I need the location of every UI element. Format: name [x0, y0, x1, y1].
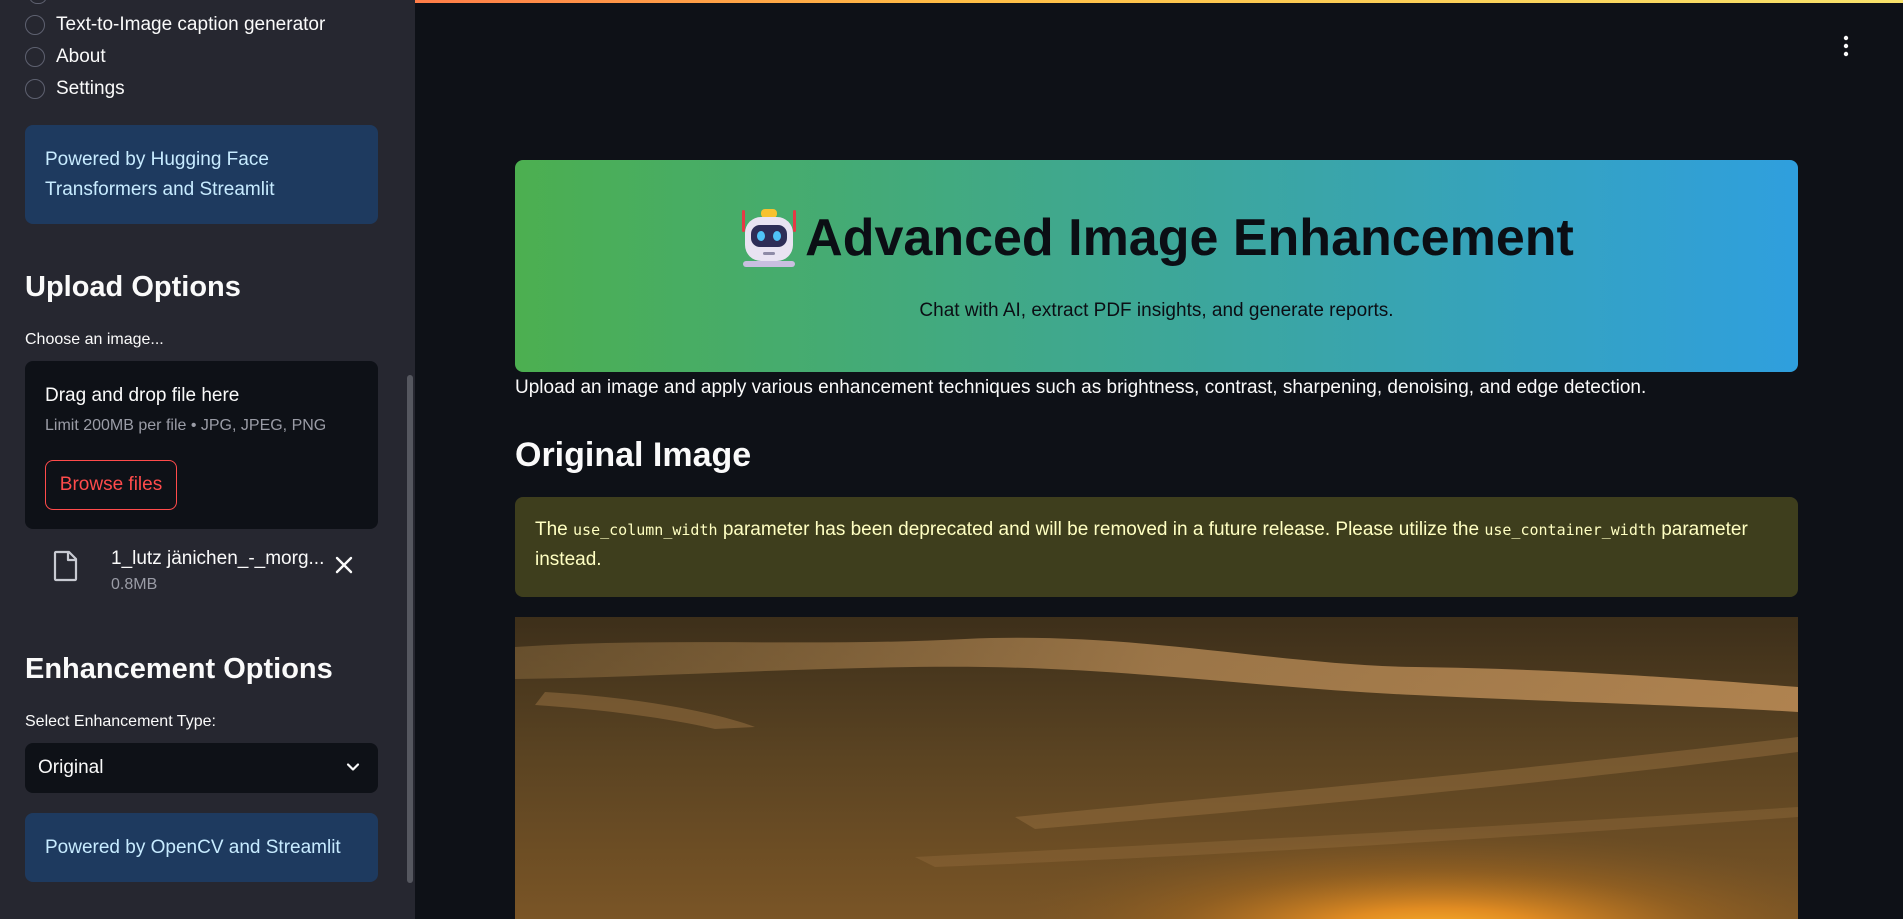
enhancement-type-label: Select Enhancement Type:	[25, 713, 216, 730]
sidebar: Text-to-Image caption generator About Se…	[0, 0, 415, 919]
radio-option-about[interactable]: About	[25, 46, 106, 68]
radio-option-caption-generator[interactable]: Text-to-Image caption generator	[25, 14, 325, 36]
file-size: 0.8MB	[111, 576, 158, 593]
close-icon[interactable]	[333, 554, 355, 576]
info-box-huggingface: Powered by Hugging Face Transformers and…	[25, 125, 378, 224]
robot-emoji-icon	[742, 209, 797, 267]
dropzone-limit: Limit 200MB per file • JPG, JPEG, PNG	[45, 417, 327, 434]
warning-code-column-width: use_column_width	[573, 521, 718, 539]
vertical-dots-icon[interactable]	[1842, 34, 1850, 58]
radio-label: Settings	[56, 78, 125, 99]
info-box-opencv: Powered by OpenCV and Streamlit	[25, 813, 378, 882]
uploaded-file-item: 1_lutz jänichen_-_morg... 0.8MB	[25, 540, 378, 600]
upload-options-heading: Upload Options	[25, 271, 241, 303]
enhancement-options-heading: Enhancement Options	[25, 653, 333, 685]
radio-label: Text-to-Image caption generator	[56, 14, 326, 35]
sidebar-scrollbar[interactable]	[407, 375, 413, 883]
dropzone-title: Drag and drop file here	[45, 385, 240, 406]
hero-subtitle: Chat with AI, extract PDF insights, and …	[919, 300, 1394, 321]
file-dropzone[interactable]: Drag and drop file here Limit 200MB per …	[25, 361, 378, 529]
radio-partial	[29, 0, 47, 4]
deprecation-warning: The use_column_width parameter has been …	[515, 497, 1798, 597]
hero-title: Advanced Image Enhancement	[805, 209, 1574, 267]
warning-text-pre: The	[535, 519, 568, 540]
select-value: Original	[38, 757, 104, 778]
info-text: Powered by Hugging Face Transformers and…	[45, 149, 275, 200]
enhancement-type-select[interactable]: Original	[25, 743, 378, 793]
original-image-heading: Original Image	[515, 436, 752, 474]
sunset-photo	[515, 617, 1798, 919]
hero-title-row: Advanced Image Enhancement	[515, 208, 1798, 268]
intro-text: Upload an image and apply various enhanc…	[515, 377, 1647, 398]
file-name: 1_lutz jänichen_-_morg...	[111, 548, 325, 569]
hero-banner: Advanced Image Enhancement Chat with AI,…	[515, 160, 1798, 372]
radio-circle[interactable]	[25, 47, 45, 67]
warning-text-mid: parameter has been deprecated and will b…	[722, 519, 1480, 540]
radio-option-settings[interactable]: Settings	[25, 78, 125, 100]
radio-circle[interactable]	[25, 79, 45, 99]
browse-files-button[interactable]: Browse files	[45, 460, 177, 510]
radio-label: About	[56, 46, 106, 67]
radio-circle[interactable]	[25, 15, 45, 35]
warning-code-container-width: use_container_width	[1484, 521, 1656, 539]
original-image	[515, 617, 1798, 919]
choose-image-label: Choose an image...	[25, 331, 164, 348]
info-text: Powered by OpenCV and Streamlit	[45, 837, 341, 858]
chevron-down-icon	[346, 763, 360, 771]
file-icon	[53, 550, 78, 582]
